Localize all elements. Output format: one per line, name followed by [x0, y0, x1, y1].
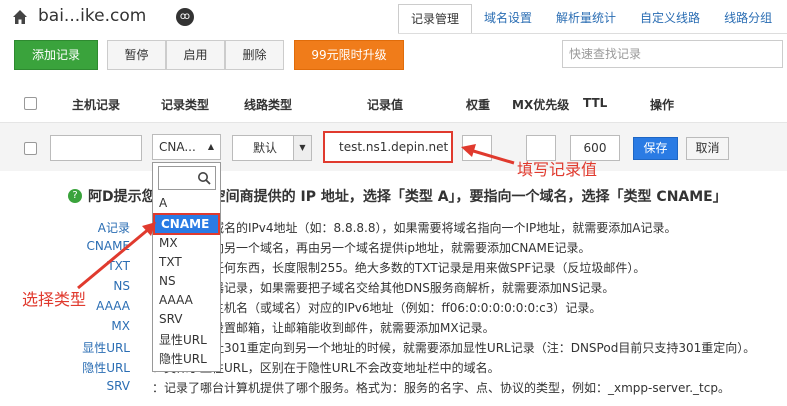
annotation-arrows [77, 144, 515, 290]
annotation-choose-type: 选择类型 [22, 290, 87, 309]
arrow-to-value-input [461, 144, 515, 165]
annotation-fill-value: 填写记录值 [517, 160, 598, 179]
arrow-to-dropdown [77, 222, 156, 290]
